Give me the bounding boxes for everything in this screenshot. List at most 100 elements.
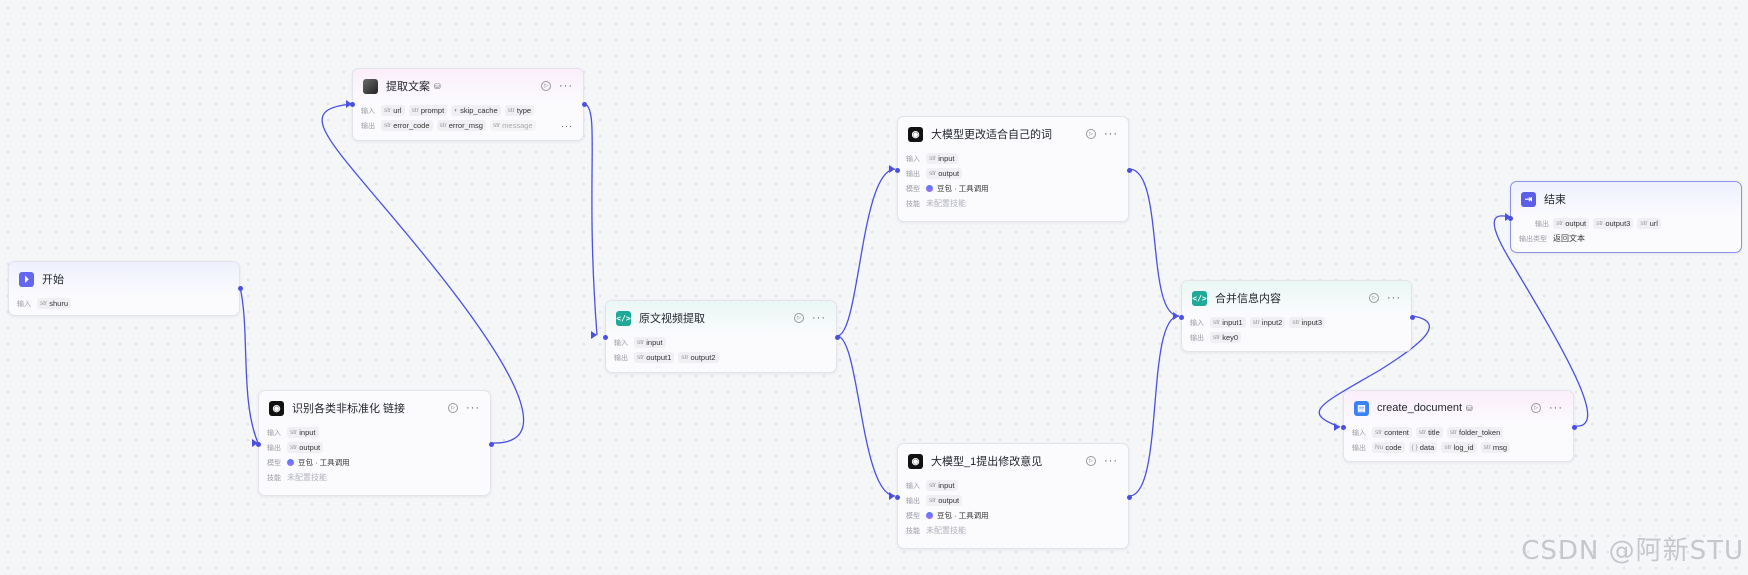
node-create-document[interactable]: ▤ create_document ⛁ ▷ ··· 输入 str content s… bbox=[1341, 390, 1577, 462]
model-label: 模型 bbox=[906, 185, 920, 193]
param-tag: str output bbox=[287, 442, 324, 453]
model-icon bbox=[287, 459, 294, 466]
param-tag: str title bbox=[1415, 427, 1443, 438]
input-port[interactable] bbox=[1341, 425, 1346, 430]
output-label: 输出 bbox=[1352, 444, 1366, 452]
node-llm-rewrite[interactable]: ◉ 大模型更改适合自己的词 ▷ ··· 输入 str input 输出 str out… bbox=[895, 116, 1132, 222]
param-tag: str message bbox=[489, 120, 536, 131]
param-tag: Nu code bbox=[1372, 442, 1405, 453]
output-port[interactable] bbox=[1127, 495, 1132, 500]
input-port[interactable] bbox=[895, 168, 900, 173]
more-icon[interactable]: ··· bbox=[1549, 402, 1563, 414]
node-title: 结束 bbox=[1544, 194, 1566, 206]
node-start[interactable]: ⏵ 开始 输入 str shuru bbox=[8, 261, 243, 316]
param-tag: str prompt bbox=[408, 105, 448, 116]
input-port[interactable] bbox=[603, 335, 608, 340]
model-label: 模型 bbox=[267, 459, 281, 467]
node-end[interactable]: ⇥ 结束 输出 str output str output3 str url 输出类型… bbox=[1508, 181, 1742, 253]
more-icon[interactable]: ··· bbox=[466, 402, 480, 414]
param-tag: str output1 bbox=[634, 352, 675, 363]
plugin-badge-icon: ⛁ bbox=[434, 81, 441, 91]
more-icon[interactable]: ··· bbox=[1104, 128, 1118, 140]
watermark: CSDN @阿新STU bbox=[1521, 536, 1744, 566]
output-label: 输出 bbox=[906, 170, 920, 178]
param-tag: str input2 bbox=[1249, 317, 1286, 328]
code-icon: </> bbox=[1192, 290, 1207, 306]
input-port[interactable] bbox=[1179, 315, 1184, 320]
skill-label: 技能 bbox=[267, 474, 281, 482]
node-title: 开始 bbox=[42, 274, 64, 286]
param-tag: str shuru bbox=[37, 298, 71, 309]
llm-icon: ◉ bbox=[908, 453, 923, 469]
edge-start-to-identify bbox=[239, 286, 259, 444]
input-label: 输入 bbox=[17, 300, 31, 308]
param-tag: str output bbox=[1553, 218, 1590, 229]
param-tag: str output3 bbox=[1593, 218, 1634, 229]
output-label: 输出 bbox=[906, 497, 920, 505]
run-icon[interactable]: ▷ bbox=[448, 403, 458, 413]
run-icon[interactable]: ▷ bbox=[1369, 293, 1379, 303]
output-port[interactable] bbox=[238, 286, 243, 291]
output-type-label: 输出类型 bbox=[1519, 235, 1547, 243]
output-port[interactable] bbox=[835, 335, 840, 340]
plugin-icon bbox=[363, 78, 378, 94]
document-icon: ▤ bbox=[1354, 400, 1369, 416]
node-title: 提取文案 bbox=[386, 81, 430, 93]
input-port[interactable] bbox=[895, 495, 900, 500]
input-label: 输入 bbox=[361, 107, 375, 115]
output-port[interactable] bbox=[1127, 168, 1132, 173]
model-icon bbox=[926, 185, 933, 192]
input-label: 输入 bbox=[614, 339, 628, 347]
model-value: 豆包 · 工具调用 bbox=[926, 183, 989, 194]
param-tag: str output bbox=[926, 495, 963, 506]
run-icon[interactable]: ▷ bbox=[794, 313, 804, 323]
skill-label: 技能 bbox=[906, 527, 920, 535]
run-icon[interactable]: ▷ bbox=[1531, 403, 1541, 413]
input-label: 输入 bbox=[267, 429, 281, 437]
output-label: 输出 bbox=[361, 122, 375, 130]
input-label: 输入 bbox=[1190, 319, 1204, 327]
output-type-value: 返回文本 bbox=[1553, 234, 1585, 243]
plugin-badge-icon: ⛁ bbox=[1466, 403, 1473, 413]
param-tag: str msg bbox=[1480, 442, 1511, 453]
more-icon[interactable]: ··· bbox=[812, 312, 826, 324]
skill-label: 技能 bbox=[906, 200, 920, 208]
node-title: 大模型更改适合自己的词 bbox=[931, 129, 1052, 141]
edge-extract-to-video bbox=[584, 103, 598, 336]
param-tag: str content bbox=[1372, 427, 1412, 438]
output-port[interactable] bbox=[489, 442, 494, 447]
output-port[interactable] bbox=[582, 102, 587, 107]
node-merge[interactable]: </> 合并信息内容 ▷ ··· 输入 str input1 str input2 s… bbox=[1179, 280, 1415, 352]
skill-value: 未配置技能 bbox=[926, 526, 966, 535]
node-extract-copy[interactable]: 提取文案 ⛁ ▷ ··· 输入 str url str prompt ◐ skip_ca… bbox=[350, 68, 587, 141]
input-port[interactable] bbox=[1508, 216, 1513, 221]
more-icon[interactable]: ··· bbox=[1387, 292, 1401, 304]
run-icon[interactable]: ▷ bbox=[1086, 129, 1096, 139]
start-icon: ⏵ bbox=[19, 271, 34, 287]
output-label: 输出 bbox=[267, 444, 281, 452]
output-port[interactable] bbox=[1572, 425, 1577, 430]
more-icon[interactable]: ··· bbox=[1104, 455, 1118, 467]
node-llm-suggest[interactable]: ◉ 大模型_1提出修改意见 ▷ ··· 输入 str input 输出 str out… bbox=[895, 443, 1132, 549]
more-icon[interactable]: ··· bbox=[559, 80, 573, 92]
output-label: 输出 bbox=[1535, 220, 1549, 228]
output-port[interactable] bbox=[1410, 315, 1415, 320]
input-port[interactable] bbox=[256, 442, 261, 447]
model-label: 模型 bbox=[906, 512, 920, 520]
param-tag: str input3 bbox=[1289, 317, 1326, 328]
model-value: 豆包 · 工具调用 bbox=[926, 510, 989, 521]
run-icon[interactable]: ▷ bbox=[1086, 456, 1096, 466]
node-title: create_document bbox=[1377, 402, 1462, 414]
llm-icon: ◉ bbox=[908, 126, 923, 142]
run-icon[interactable]: ▷ bbox=[541, 81, 551, 91]
more-icon[interactable]: ··· bbox=[561, 121, 573, 131]
param-tag: str log_id bbox=[1441, 442, 1477, 453]
param-tag: str input1 bbox=[1210, 317, 1246, 328]
param-tag: str output bbox=[926, 168, 963, 179]
node-title: 原文视频提取 bbox=[639, 313, 705, 325]
code-icon: </> bbox=[616, 310, 631, 326]
param-tag: str input bbox=[287, 427, 319, 438]
node-video-extract[interactable]: </> 原文视频提取 ▷ ··· 输入 str input 输出 str output… bbox=[603, 300, 840, 373]
node-identify-link[interactable]: ◉ 识别各类非标准化 链接 ▷ ··· 输入 str input 输出 str out… bbox=[256, 390, 494, 496]
input-port[interactable] bbox=[350, 102, 355, 107]
